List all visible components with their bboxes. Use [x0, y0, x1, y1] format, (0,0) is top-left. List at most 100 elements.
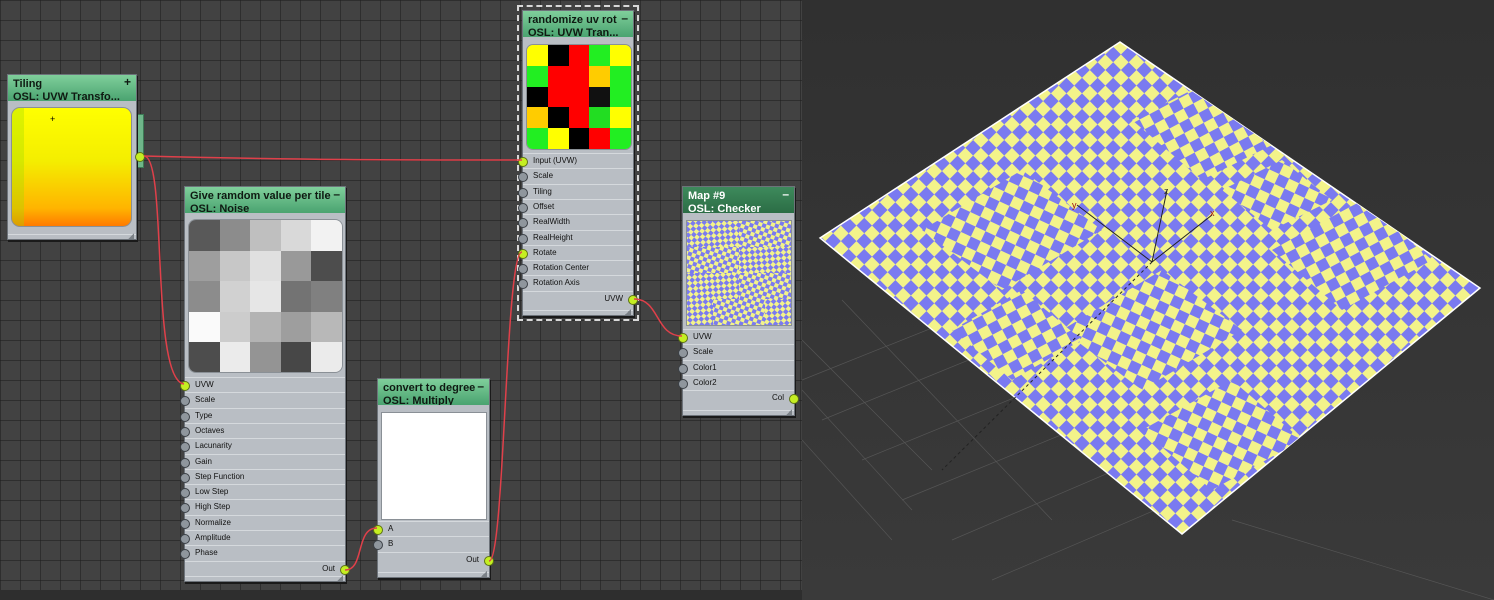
- port-row[interactable]: Rotation Center: [518, 260, 633, 276]
- port-row[interactable]: RealWidth: [518, 214, 633, 230]
- input-port[interactable]: [518, 172, 528, 183]
- input-port[interactable]: [518, 279, 528, 290]
- resize-grip[interactable]: [337, 575, 343, 581]
- input-port[interactable]: [373, 525, 383, 535]
- node-multiply[interactable]: convert to degree OSL: Multiply – A B Out: [373, 378, 494, 578]
- resize-grip[interactable]: [786, 409, 792, 415]
- output-row[interactable]: Out: [378, 551, 494, 568]
- port-row[interactable]: Color2: [678, 374, 794, 391]
- node-randomize-uv-rot[interactable]: randomize uv rot OSL: UVW Tran... – Inpu…: [517, 5, 639, 321]
- rot-cell: [527, 45, 549, 67]
- port-row[interactable]: Step Function: [180, 468, 345, 485]
- resize-grip[interactable]: [625, 309, 631, 315]
- node-header[interactable]: Map #9 OSL: Checker –: [683, 187, 794, 213]
- port-row[interactable]: B: [373, 536, 489, 552]
- input-port[interactable]: [180, 381, 190, 391]
- port-row[interactable]: Scale: [180, 392, 345, 408]
- input-port[interactable]: [518, 218, 528, 229]
- output-port[interactable]: [340, 564, 350, 575]
- input-port[interactable]: [180, 488, 190, 499]
- input-port[interactable]: [180, 503, 190, 514]
- resize-grip[interactable]: [481, 571, 487, 577]
- input-port[interactable]: [180, 442, 190, 453]
- port-row[interactable]: Amplitude: [180, 530, 345, 546]
- noise-cell: [250, 250, 282, 283]
- port-row[interactable]: Color1: [678, 359, 794, 376]
- port-row[interactable]: UVW: [678, 329, 794, 345]
- port-row[interactable]: Octaves: [180, 422, 345, 439]
- port-row[interactable]: Rotation Axis: [518, 275, 633, 291]
- node-header[interactable]: convert to degree OSL: Multiply –: [378, 379, 489, 405]
- input-port[interactable]: [180, 518, 190, 529]
- noise-cell: [311, 250, 342, 283]
- collapse-button[interactable]: –: [477, 380, 484, 393]
- resize-grip[interactable]: [128, 233, 134, 239]
- node-header[interactable]: randomize uv rot OSL: UVW Tran... –: [523, 11, 633, 37]
- expand-button[interactable]: +: [124, 76, 131, 89]
- input-port[interactable]: [518, 202, 528, 213]
- input-port[interactable]: [678, 348, 688, 359]
- port-row[interactable]: Phase: [180, 545, 345, 561]
- port-row[interactable]: Scale: [678, 344, 794, 360]
- port-label: A: [388, 524, 394, 533]
- input-port[interactable]: [180, 396, 190, 407]
- input-port[interactable]: [373, 540, 383, 551]
- port-row[interactable]: A: [373, 521, 489, 537]
- input-port[interactable]: [518, 233, 528, 244]
- node-noise[interactable]: Give ramdom value per tile OSL: Noise – …: [180, 186, 350, 582]
- port-row[interactable]: Tiling: [518, 183, 633, 200]
- input-port[interactable]: [180, 534, 190, 544]
- input-port[interactable]: [180, 411, 190, 422]
- wire-multiply-to-rot: [488, 251, 523, 562]
- port-row[interactable]: Type: [180, 407, 345, 424]
- collapse-button[interactable]: –: [333, 188, 340, 201]
- node-title: Map #9: [688, 190, 726, 202]
- input-port[interactable]: [518, 248, 528, 259]
- output-port[interactable]: [628, 294, 638, 305]
- port-row[interactable]: Rotate: [518, 244, 633, 261]
- input-port[interactable]: [180, 549, 190, 560]
- input-port[interactable]: [180, 457, 190, 468]
- input-port[interactable]: [678, 363, 688, 374]
- output-row[interactable]: Out: [185, 560, 350, 577]
- input-port[interactable]: [180, 472, 190, 483]
- port-row[interactable]: Gain: [180, 453, 345, 470]
- noise-cell: [311, 342, 342, 372]
- port-label: Color2: [693, 377, 717, 387]
- port-row[interactable]: UVW: [180, 377, 345, 393]
- node-header[interactable]: Tiling OSL: UVW Transfo... +: [8, 75, 136, 101]
- collapse-button[interactable]: –: [621, 12, 628, 25]
- rot-cell: [568, 107, 591, 130]
- port-row[interactable]: Lacunarity: [180, 438, 345, 454]
- port-row[interactable]: Offset: [518, 198, 633, 215]
- input-port[interactable]: [678, 378, 688, 389]
- output-row[interactable]: UVW: [523, 290, 638, 307]
- input-port[interactable]: [518, 264, 528, 275]
- port-row[interactable]: High Step: [180, 499, 345, 515]
- node-editor-canvas[interactable]: Tiling OSL: UVW Transfo... + + Give ramd…: [0, 0, 802, 590]
- output-port[interactable]: [789, 394, 799, 405]
- port-row[interactable]: Scale: [518, 168, 633, 184]
- output-row[interactable]: Col: [683, 390, 799, 406]
- input-port[interactable]: [180, 426, 190, 437]
- port-row[interactable]: Low Step: [180, 484, 345, 500]
- viewport-scene: y z x: [802, 41, 1494, 600]
- node-header[interactable]: Give ramdom value per tile OSL: Noise –: [185, 187, 345, 213]
- collapse-button[interactable]: –: [782, 188, 789, 201]
- port-row[interactable]: Normalize: [180, 514, 345, 531]
- 3d-viewport[interactable]: y z x: [802, 0, 1494, 600]
- output-port[interactable]: [484, 555, 494, 566]
- node-checker[interactable]: Map #9 OSL: Checker – UVW Scale Color1 C…: [678, 186, 799, 416]
- input-port[interactable]: [518, 157, 528, 167]
- input-port[interactable]: [518, 187, 528, 198]
- port-label: B: [388, 539, 394, 549]
- port-row[interactable]: RealHeight: [518, 229, 633, 246]
- node-tiling[interactable]: Tiling OSL: UVW Transfo... + +: [7, 74, 145, 240]
- port-label: Octaves: [195, 425, 225, 435]
- input-port[interactable]: [678, 333, 688, 343]
- tiling-output-port[interactable]: [135, 152, 145, 162]
- port-row[interactable]: Input (UVW): [518, 153, 633, 169]
- node-subtitle: OSL: UVW Transfo...: [13, 91, 120, 101]
- svg-text:y: y: [1072, 200, 1077, 210]
- port-label: Scale: [195, 395, 216, 405]
